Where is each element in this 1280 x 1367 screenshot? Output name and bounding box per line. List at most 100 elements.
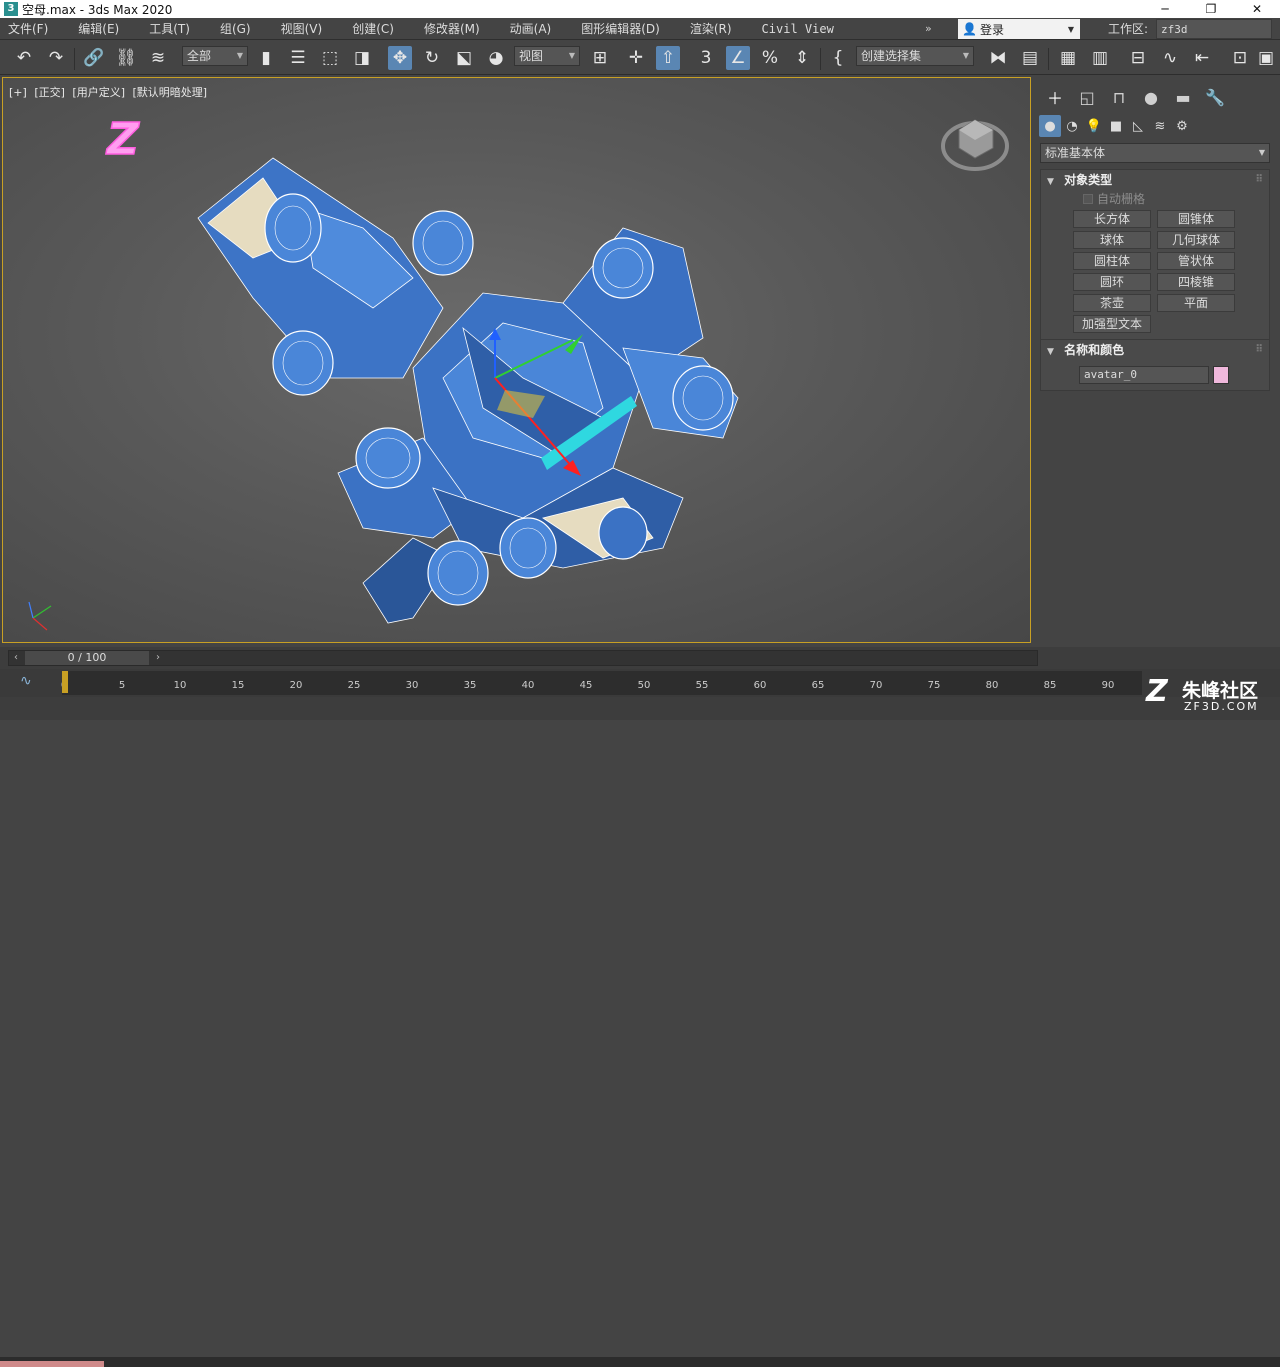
- link-icon[interactable]: 🔗: [82, 46, 106, 70]
- systems-icon[interactable]: ⚙: [1171, 115, 1193, 137]
- maxscript-listener-strip[interactable]: [0, 1361, 104, 1367]
- menu-create[interactable]: 创建(C): [344, 18, 402, 40]
- pyramid-button[interactable]: 四棱锥: [1157, 273, 1235, 291]
- cameras-icon[interactable]: ■: [1105, 115, 1127, 137]
- menu-overflow-icon[interactable]: »: [925, 18, 939, 40]
- manipulate-icon[interactable]: ✛: [624, 46, 648, 70]
- select-place-icon[interactable]: ◕: [484, 46, 508, 70]
- box-button[interactable]: 长方体: [1073, 210, 1151, 228]
- time-slider[interactable]: ‹ 0 / 100 ›: [8, 650, 1038, 666]
- select-scale-icon[interactable]: ⬕: [452, 46, 476, 70]
- object-name-input[interactable]: avatar_0: [1079, 366, 1209, 384]
- menu-tools[interactable]: 工具(T): [141, 18, 198, 40]
- teapot-button[interactable]: 茶壶: [1073, 294, 1151, 312]
- workspace-label: 工作区:: [1108, 22, 1149, 36]
- modify-tab-icon[interactable]: ◱: [1071, 83, 1103, 111]
- mini-curve-editor-icon[interactable]: ∿: [20, 673, 32, 689]
- spinner-snap-icon[interactable]: ⇕: [790, 46, 814, 70]
- login-dropdown[interactable]: 👤 登录 ▼: [958, 19, 1080, 39]
- viewcube-icon[interactable]: [941, 119, 1009, 171]
- timeline-tick-label: 20: [289, 680, 303, 691]
- menu-view[interactable]: 视图(V): [273, 18, 331, 40]
- watermark-logo-icon: Z: [1146, 674, 1168, 709]
- undo-icon[interactable]: ↶: [12, 46, 36, 70]
- current-frame-marker[interactable]: [62, 671, 68, 693]
- hierarchy-tab-icon[interactable]: ⊓: [1103, 83, 1135, 111]
- text-plus-button[interactable]: 加强型文本: [1073, 315, 1151, 333]
- object-color-swatch[interactable]: [1213, 366, 1229, 384]
- layer-explorer-icon[interactable]: ▥: [1088, 46, 1112, 70]
- geometry-icon[interactable]: ●: [1039, 115, 1061, 137]
- autogrid-checkbox[interactable]: 自动栅格: [1041, 190, 1269, 208]
- window-crossing-icon[interactable]: ◨: [350, 46, 374, 70]
- time-slider-thumb[interactable]: 0 / 100: [25, 651, 149, 665]
- render-setup-icon[interactable]: ▣: [1254, 46, 1278, 70]
- menu-civil-view[interactable]: Civil View: [754, 18, 842, 40]
- name-and-color-header[interactable]: ▼ 名称和颜色 ⠿: [1041, 340, 1269, 360]
- chevron-down-icon: ▼: [568, 51, 575, 60]
- track-bar[interactable]: 051015202530354045505560657075808590: [61, 671, 1142, 695]
- menu-edit[interactable]: 编辑(E): [70, 18, 127, 40]
- menu-graph-editors[interactable]: 图形编辑器(D): [573, 18, 668, 40]
- percent-snap-icon[interactable]: %: [758, 46, 782, 70]
- timeline-tick-label: 10: [173, 680, 187, 691]
- menu-file[interactable]: 文件(F): [0, 18, 56, 40]
- keyboard-shortcut-override-icon[interactable]: ⇧: [656, 46, 680, 70]
- select-by-name-icon[interactable]: ☰: [286, 46, 310, 70]
- create-tab-icon[interactable]: ＋: [1039, 83, 1071, 111]
- angle-snap-icon[interactable]: ∠: [726, 46, 750, 70]
- menu-animation[interactable]: 动画(A): [502, 18, 560, 40]
- axis-tripod-icon: [28, 601, 52, 631]
- sphere-button[interactable]: 球体: [1073, 231, 1151, 249]
- geosphere-button[interactable]: 几何球体: [1157, 231, 1235, 249]
- material-editor-icon[interactable]: ⊡: [1228, 46, 1252, 70]
- menu-rendering[interactable]: 渲染(R): [682, 18, 740, 40]
- scene-explorer-icon[interactable]: ▦: [1056, 46, 1080, 70]
- select-object-icon[interactable]: ▮: [254, 46, 278, 70]
- minimize-button[interactable]: ─: [1142, 0, 1188, 18]
- rollout-grip-icon: ⠿: [1255, 174, 1263, 185]
- redo-icon[interactable]: ↷: [44, 46, 68, 70]
- mirror-icon[interactable]: ⧓: [986, 46, 1010, 70]
- perspective-viewport[interactable]: [+] [正交] [用户定义] [默认明暗处理] Z: [2, 77, 1031, 643]
- motion-tab-icon[interactable]: ●: [1135, 83, 1167, 111]
- cone-button[interactable]: 圆锥体: [1157, 210, 1235, 228]
- shapes-icon[interactable]: ◔: [1061, 115, 1083, 137]
- curve-editor-icon[interactable]: ∿: [1158, 46, 1182, 70]
- align-icon[interactable]: ▤: [1018, 46, 1042, 70]
- menu-group[interactable]: 组(G): [212, 18, 259, 40]
- ribbon-toggle-icon[interactable]: ⊟: [1126, 46, 1150, 70]
- reference-coord-select[interactable]: 视图 ▼: [514, 46, 580, 66]
- snaps-toggle-icon[interactable]: 3: [694, 46, 718, 70]
- helpers-icon[interactable]: ◺: [1127, 115, 1149, 137]
- object-type-header[interactable]: ▼ 对象类型 ⠿: [1041, 170, 1269, 190]
- chevron-right-icon[interactable]: ›: [151, 651, 165, 665]
- named-selection-select[interactable]: 创建选择集 ▼: [856, 46, 974, 66]
- menu-modifiers[interactable]: 修改器(M): [416, 18, 488, 40]
- primitive-type-dropdown[interactable]: 标准基本体 ▼: [1040, 143, 1270, 163]
- lights-icon[interactable]: 💡: [1083, 115, 1105, 137]
- primitive-type-value: 标准基本体: [1045, 146, 1106, 160]
- rect-selection-icon[interactable]: ⬚: [318, 46, 342, 70]
- torus-button[interactable]: 圆环: [1073, 273, 1151, 291]
- unlink-icon[interactable]: ⛓: [114, 46, 138, 70]
- pivot-center-icon[interactable]: ⊞: [588, 46, 612, 70]
- space-warps-icon[interactable]: ≋: [1149, 115, 1171, 137]
- select-rotate-icon[interactable]: ↻: [420, 46, 444, 70]
- viewport-scene: Z: [28, 113, 1009, 631]
- restore-button[interactable]: ❐: [1188, 0, 1234, 18]
- tube-button[interactable]: 管状体: [1157, 252, 1235, 270]
- edit-named-selection-icon[interactable]: {: [826, 46, 850, 70]
- bind-space-warp-icon[interactable]: ≋: [146, 46, 170, 70]
- cylinder-button[interactable]: 圆柱体: [1073, 252, 1151, 270]
- workspace-select[interactable]: zf3d: [1156, 19, 1272, 39]
- select-move-icon[interactable]: ✥: [388, 46, 412, 70]
- plane-button[interactable]: 平面: [1157, 294, 1235, 312]
- schematic-view-icon[interactable]: ⇤: [1190, 46, 1214, 70]
- chevron-left-icon[interactable]: ‹: [9, 651, 23, 665]
- display-tab-icon[interactable]: ▬: [1167, 83, 1199, 111]
- selection-filter-select[interactable]: 全部 ▼: [182, 46, 248, 66]
- utilities-tab-icon[interactable]: 🔧: [1199, 83, 1231, 111]
- close-button[interactable]: ✕: [1234, 0, 1280, 18]
- timeline-tick-label: 65: [811, 680, 825, 691]
